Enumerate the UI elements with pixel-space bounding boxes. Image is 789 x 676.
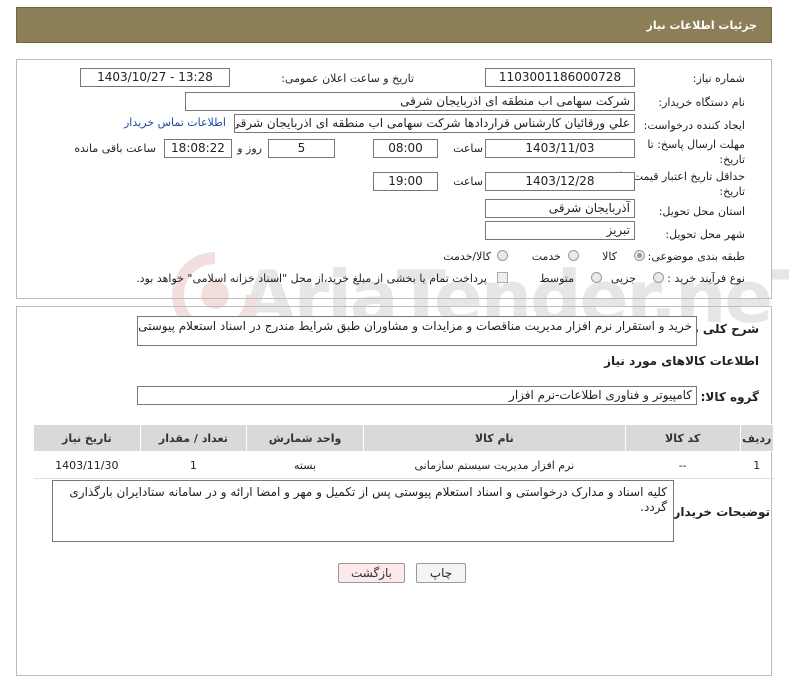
- col-code: کد کالا: [624, 424, 741, 452]
- contact-info-link[interactable]: اطلاعات تماس خریدار: [124, 116, 226, 129]
- process-radio-minor[interactable]: [653, 272, 664, 283]
- city-field: تبریز: [485, 221, 635, 240]
- process-option-minor: جزیی: [610, 272, 636, 285]
- page-header: جزئیات اطلاعات نیاز: [16, 7, 772, 43]
- deadline-time-field: 08:00: [373, 139, 438, 158]
- deadline-label-1: مهلت ارسال پاسخ: تا: [647, 138, 745, 151]
- table-row: 1 -- نرم افزار مدیریت سیستم سازمانی بسته…: [33, 451, 774, 479]
- print-button[interactable]: چاپ: [416, 563, 466, 583]
- category-option-goods: کالا: [602, 250, 617, 263]
- process-radio-medium[interactable]: [591, 272, 602, 283]
- days-label: روز و: [237, 142, 262, 155]
- category-option-both: کالا/خدمت: [443, 250, 491, 263]
- category-radio-goods[interactable]: [634, 250, 645, 261]
- buyer-org-label: نام دستگاه خریدار:: [658, 96, 745, 109]
- col-qty: تعداد / مقدار: [139, 424, 248, 452]
- remaining-label: ساعت باقی مانده: [74, 142, 156, 155]
- goods-table-header: ردیف کد کالا نام کالا واحد شمارش تعداد /…: [33, 424, 775, 452]
- col-unit: واحد شمارش: [246, 424, 364, 452]
- col-row: ردیف: [739, 424, 775, 452]
- category-radio-service[interactable]: [568, 250, 579, 261]
- remaining-time-field: 18:08:22: [164, 139, 232, 158]
- description-field[interactable]: خرید و استقرار نرم افزار مدیریت مناقصات …: [137, 316, 697, 346]
- creator-field: علي ورقائيان کارشناس قراردادها شرکت سهام…: [234, 114, 635, 133]
- col-date: تاریخ نیاز: [33, 424, 141, 452]
- city-label: شهر محل تحویل:: [665, 228, 745, 241]
- deadline-time-label: ساعت: [453, 142, 483, 155]
- cell-row: 1: [740, 451, 774, 479]
- category-label: طبقه بندی موضوعی:: [647, 250, 745, 263]
- announce-label: تاریخ و ساعت اعلان عمومی:: [281, 72, 414, 85]
- cell-qty: 1: [140, 451, 247, 479]
- province-label: استان محل تحویل:: [658, 205, 745, 218]
- announce-field: 1403/10/27 - 13:28: [80, 68, 230, 87]
- page-title: جزئیات اطلاعات نیاز: [646, 19, 758, 32]
- validity-label-1: حداقل تاریخ اعتبار قیمت: تا: [619, 170, 745, 183]
- process-option-medium: متوسط: [539, 272, 574, 285]
- payment-checkbox[interactable]: [497, 272, 508, 283]
- validity-time-label: ساعت: [453, 175, 483, 188]
- goods-table: ردیف کد کالا نام کالا واحد شمارش تعداد /…: [33, 424, 775, 479]
- payment-note: پرداخت تمام یا بخشی از مبلغ خرید،از محل …: [136, 272, 487, 285]
- buyer-notes-field[interactable]: کلیه اسناد و مدارک درخواستی و اسناد استع…: [52, 480, 674, 542]
- creator-label: ایجاد کننده درخواست:: [643, 119, 745, 132]
- province-field: آذربایجان شرقی: [485, 199, 635, 218]
- need-number-label: شماره نیاز:: [692, 72, 745, 85]
- back-button[interactable]: بازگشت: [338, 563, 405, 583]
- goods-section-title: اطلاعات کالاهای مورد نیاز: [604, 354, 759, 368]
- validity-time-field: 19:00: [373, 172, 438, 191]
- cell-date: 1403/11/30: [33, 451, 141, 479]
- goods-group-label: گروه کالا:: [700, 390, 759, 404]
- category-radio-both[interactable]: [497, 250, 508, 261]
- deadline-label-2: تاریخ:: [719, 153, 745, 166]
- days-field: 5: [268, 139, 335, 158]
- category-option-service: خدمت: [531, 250, 561, 263]
- buyer-org-field: شرکت سهامی اب منطقه ای اذربایجان شرقی: [185, 92, 635, 111]
- goods-group-field: کامپیوتر و فناوری اطلاعات-نرم افزار: [137, 386, 697, 405]
- need-number-field: 1103001186000728: [485, 68, 635, 87]
- validity-label-2: تاریخ:: [719, 185, 745, 198]
- buyer-notes-label: توضیحات خریدار:: [668, 505, 770, 519]
- deadline-date-field: 1403/11/03: [485, 139, 635, 158]
- process-label: نوع فرآیند خرید :: [667, 272, 745, 285]
- col-name: نام کالا: [362, 424, 626, 452]
- cell-unit: بسته: [246, 451, 364, 479]
- cell-name: نرم افزار مدیریت سیستم سازمانی: [363, 451, 626, 479]
- validity-date-field: 1403/12/28: [485, 172, 635, 191]
- cell-code: --: [625, 451, 741, 479]
